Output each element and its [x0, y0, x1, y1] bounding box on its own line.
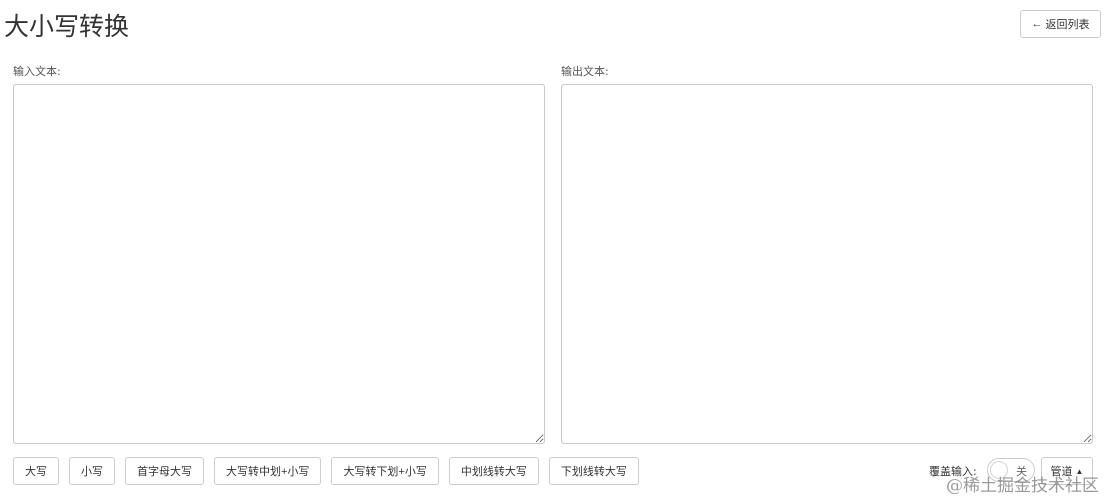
- kebab-to-upper-button[interactable]: 中划线转大写: [448, 457, 539, 485]
- pipe-dropdown-button[interactable]: 管道 ▲: [1041, 457, 1093, 485]
- capitalize-button[interactable]: 首字母大写: [125, 457, 204, 485]
- upper-to-kebab-button[interactable]: 大写转中划+小写: [214, 457, 322, 485]
- caret-up-icon: ▲: [1075, 466, 1084, 476]
- upper-to-snake-button[interactable]: 大写转下划+小写: [331, 457, 439, 485]
- toggle-knob: [990, 461, 1008, 479]
- toggle-state-text: 关: [1016, 465, 1027, 478]
- input-text-label: 输入文本:: [13, 65, 61, 78]
- back-to-list-label: 返回列表: [1045, 19, 1090, 31]
- conversion-button-row: 大写 小写 首字母大写 大写转中划+小写 大写转下划+小写 中划线转大写 下划线…: [13, 457, 639, 485]
- output-textarea[interactable]: [561, 84, 1093, 444]
- overwrite-input-toggle[interactable]: 关: [987, 458, 1035, 482]
- snake-to-upper-button[interactable]: 下划线转大写: [548, 457, 639, 485]
- case-converter-page: 大小写转换 ← 返回列表 输入文本: 输出文本: 大写 小写 首字母大写 大写转…: [0, 0, 1111, 499]
- page-title: 大小写转换: [4, 12, 130, 41]
- lowercase-button[interactable]: 小写: [69, 457, 115, 485]
- uppercase-button[interactable]: 大写: [13, 457, 59, 485]
- input-textarea[interactable]: [13, 84, 545, 444]
- overwrite-input-label: 覆盖输入:: [929, 465, 977, 478]
- arrow-left-icon: ←: [1031, 18, 1043, 30]
- output-text-label: 输出文本:: [561, 65, 609, 78]
- pipe-label: 管道: [1050, 466, 1073, 478]
- back-to-list-button[interactable]: ← 返回列表: [1020, 10, 1101, 38]
